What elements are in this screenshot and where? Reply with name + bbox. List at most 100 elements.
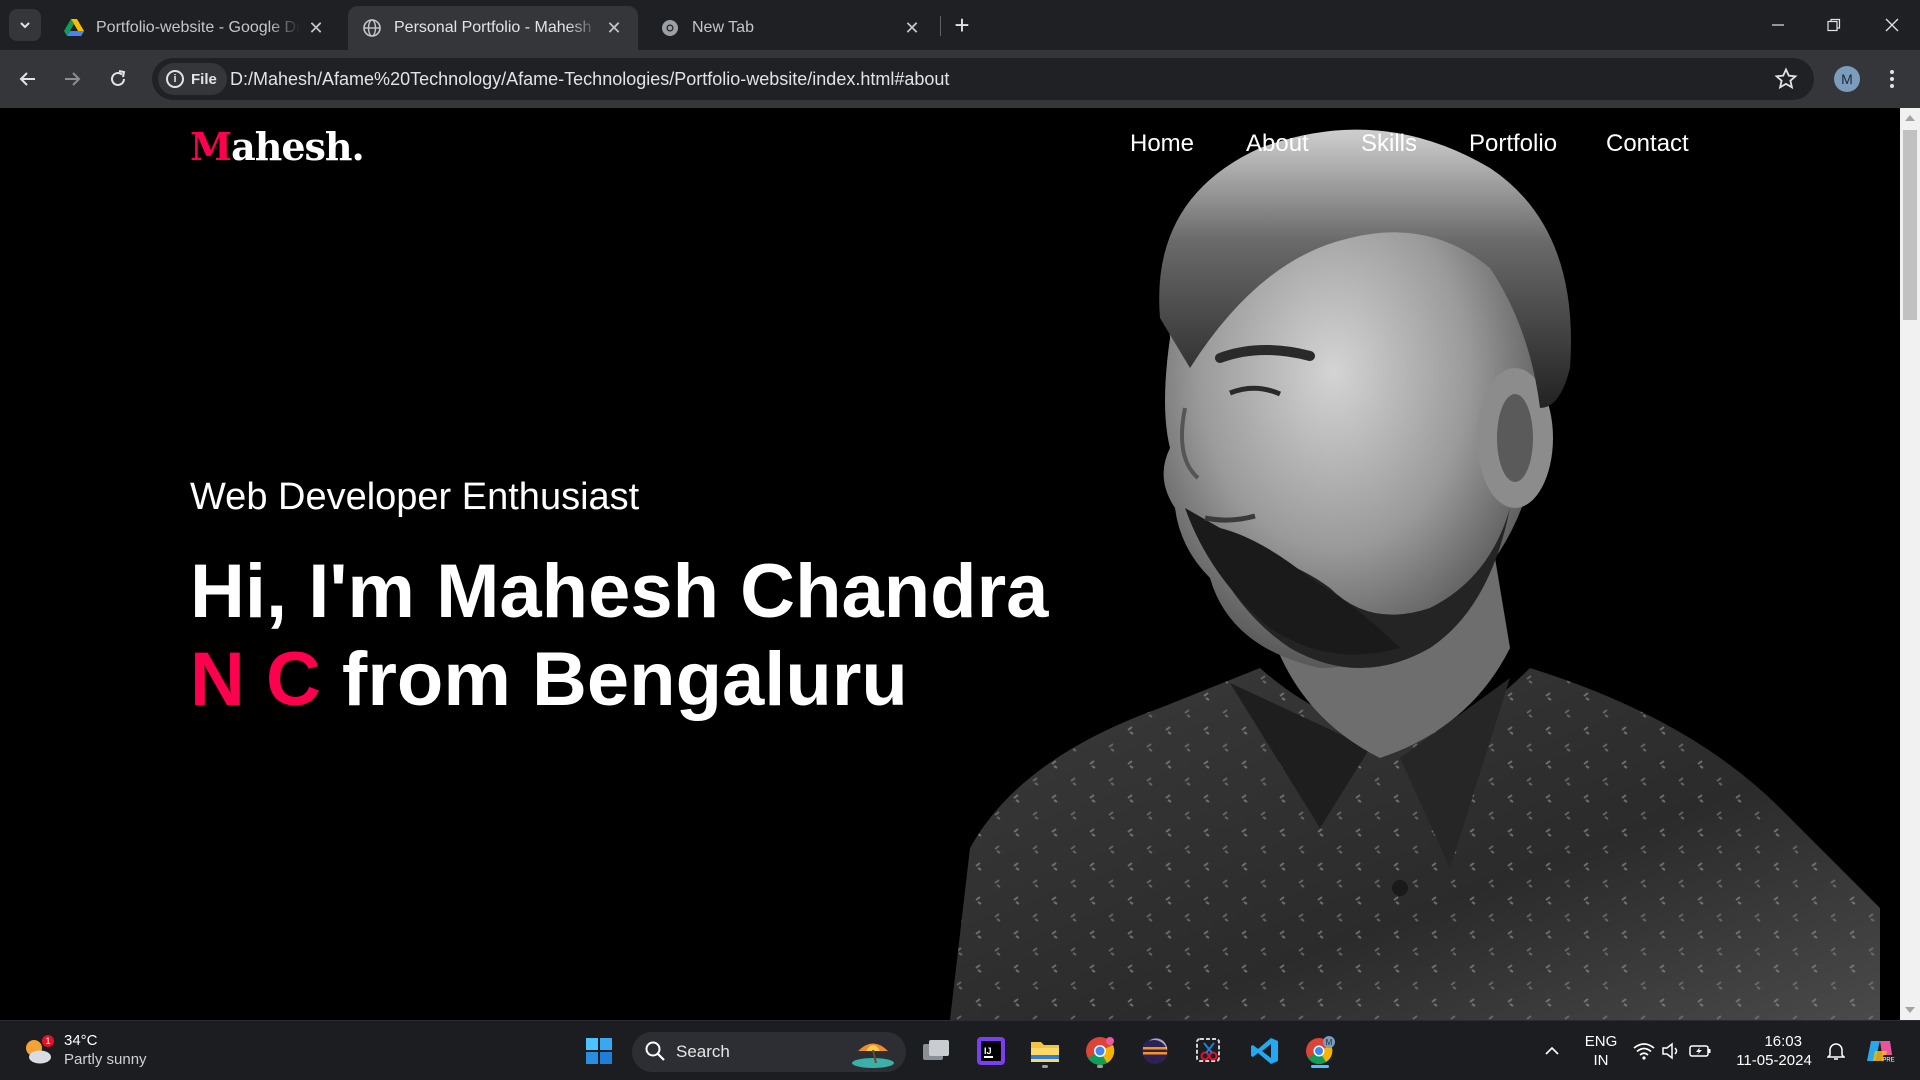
browser-tab-strip: Portfolio-website - Google Drive ✕ Perso… (0, 0, 1920, 50)
file-explorer-app[interactable] (1025, 1031, 1065, 1071)
scroll-down-arrow-icon[interactable] (1905, 1007, 1915, 1013)
nav-about[interactable]: About (1246, 130, 1309, 158)
reload-icon (111, 70, 126, 86)
chrome-profile-app[interactable]: M (1300, 1031, 1340, 1071)
notifications-button[interactable] (1816, 1031, 1856, 1071)
google-drive-icon (64, 18, 84, 38)
menu-dot (1890, 77, 1894, 81)
menu-dot (1890, 70, 1894, 74)
nav-skills[interactable]: Skills (1361, 130, 1417, 158)
taskbar-search-box[interactable]: Search (632, 1032, 906, 1072)
url-text[interactable]: D:/Mahesh/Afame%20Technology/Afame-Techn… (230, 58, 949, 100)
nav-portfolio[interactable]: Portfolio (1469, 130, 1557, 158)
active-app-indicator (1311, 1065, 1329, 1068)
info-icon: i (166, 70, 184, 88)
arrow-left-icon (19, 72, 35, 86)
input-language-indicator[interactable]: ENG IN (1580, 1032, 1622, 1070)
arrow-right-icon (65, 72, 81, 86)
clock[interactable]: 16:03 11-05-2024 (1728, 1032, 1820, 1070)
minimize-button[interactable] (1750, 0, 1806, 50)
copilot-icon: PRE (1867, 1041, 1895, 1064)
weather-widget[interactable]: 1 34°C Partly sunny (22, 1031, 182, 1071)
hero-headline: Hi, I'm Mahesh Chandra N C from Bengalur… (190, 548, 1090, 724)
snipping-tool-app[interactable] (1189, 1031, 1229, 1071)
profile-avatar[interactable]: M (1834, 66, 1860, 92)
minimize-icon (1772, 24, 1784, 26)
weather-condition: Partly sunny (64, 1051, 147, 1068)
tab-title: Personal Portfolio - Mahesh Chandra (394, 19, 598, 36)
chrome-profile-icon: M (1306, 1036, 1335, 1065)
wifi-icon (1633, 1043, 1655, 1060)
eclipse-icon (1142, 1038, 1168, 1064)
headline-accent: N C (190, 637, 321, 722)
battery-charging-icon (1689, 1045, 1711, 1057)
close-icon (1885, 18, 1899, 32)
svg-text:PRE: PRE (1882, 1058, 1894, 1064)
chevron-up-icon (1545, 1046, 1559, 1055)
partly-sunny-icon: 1 (26, 1035, 54, 1064)
copilot-button[interactable]: PRE (1860, 1031, 1900, 1071)
eclipse-app[interactable] (1135, 1031, 1175, 1071)
nav-home[interactable]: Home (1130, 130, 1194, 158)
windows-taskbar: 1 34°C Partly sunny Search IJ M ENG IN 1… (0, 1020, 1920, 1080)
snipping-tool-icon (1196, 1038, 1220, 1062)
tab-personal-portfolio[interactable]: Personal Portfolio - Mahesh Chandra ✕ (348, 6, 638, 50)
task-view-button[interactable] (916, 1031, 956, 1071)
browser-menu-button[interactable] (1880, 64, 1904, 94)
quick-settings-button[interactable] (1627, 1031, 1719, 1071)
tab-new-tab[interactable]: New Tab ✕ (646, 6, 936, 50)
start-button[interactable] (579, 1031, 619, 1071)
intellij-idea-app[interactable]: IJ (971, 1031, 1011, 1071)
hero-tagline: Web Developer Enthusiast (190, 476, 640, 518)
chrome-app[interactable] (1080, 1031, 1120, 1071)
chrome-icon (660, 18, 680, 38)
weather-temperature: 34°C (64, 1032, 98, 1049)
restore-icon (1827, 18, 1841, 32)
search-placeholder: Search (676, 1042, 730, 1061)
chevron-down-icon (20, 22, 30, 29)
headline-greeting: Hi, I'm Mahesh Chandra (190, 549, 1049, 634)
tab-google-drive[interactable]: Portfolio-website - Google Drive ✕ (50, 6, 340, 50)
reload-button[interactable] (102, 63, 134, 95)
globe-icon (362, 18, 382, 38)
back-button[interactable] (12, 63, 44, 95)
svg-text:IJ: IJ (984, 1046, 992, 1056)
forward-button[interactable] (56, 63, 88, 95)
clock-time: 16:03 (1764, 1033, 1802, 1050)
new-tab-button[interactable]: + (948, 12, 976, 40)
nav-contact[interactable]: Contact (1606, 130, 1689, 158)
bookmark-star-icon[interactable] (1774, 67, 1798, 91)
close-window-button[interactable] (1864, 0, 1920, 50)
running-indicator (1042, 1065, 1048, 1068)
tab-title: Portfolio-website - Google Drive (96, 19, 300, 36)
chrome-icon (1086, 1037, 1115, 1065)
scrollbar-thumb[interactable] (1903, 130, 1917, 320)
address-bar[interactable]: i File D:/Mahesh/Afame%20Technology/Afam… (152, 58, 1814, 100)
beach-umbrella-icon (852, 1043, 894, 1068)
windows-logo-icon (586, 1038, 612, 1064)
browser-toolbar: i File D:/Mahesh/Afame%20Technology/Afam… (0, 50, 1920, 108)
task-view-icon (923, 1040, 949, 1060)
headline-location: from Bengaluru (342, 637, 908, 722)
folder-icon (1031, 1042, 1059, 1062)
restore-button[interactable] (1806, 0, 1862, 50)
show-hidden-icons-button[interactable] (1532, 1031, 1572, 1071)
tab-separator (940, 16, 941, 36)
site-logo[interactable]: Mahesh. (190, 124, 365, 169)
close-tab-icon[interactable]: ✕ (902, 18, 922, 38)
scroll-up-arrow-icon[interactable] (1905, 115, 1915, 121)
chrome-profile-initial: M (1326, 1038, 1333, 1047)
page-viewport: Mahesh. Home About Skills Portfolio Cont… (0, 108, 1900, 1020)
intellij-icon: IJ (977, 1037, 1005, 1065)
close-tab-icon[interactable]: ✕ (306, 18, 326, 38)
vscode-icon (1251, 1038, 1278, 1064)
language-region: IN (1593, 1052, 1609, 1069)
menu-dot (1890, 84, 1894, 88)
site-info-chip[interactable]: i File (158, 63, 227, 95)
vscode-app[interactable] (1245, 1031, 1285, 1071)
running-indicator (1097, 1065, 1103, 1068)
clock-date: 11-05-2024 (1736, 1052, 1812, 1069)
tab-search-button[interactable] (9, 9, 41, 41)
page-scrollbar[interactable] (1900, 108, 1920, 1020)
close-tab-icon[interactable]: ✕ (604, 18, 624, 38)
